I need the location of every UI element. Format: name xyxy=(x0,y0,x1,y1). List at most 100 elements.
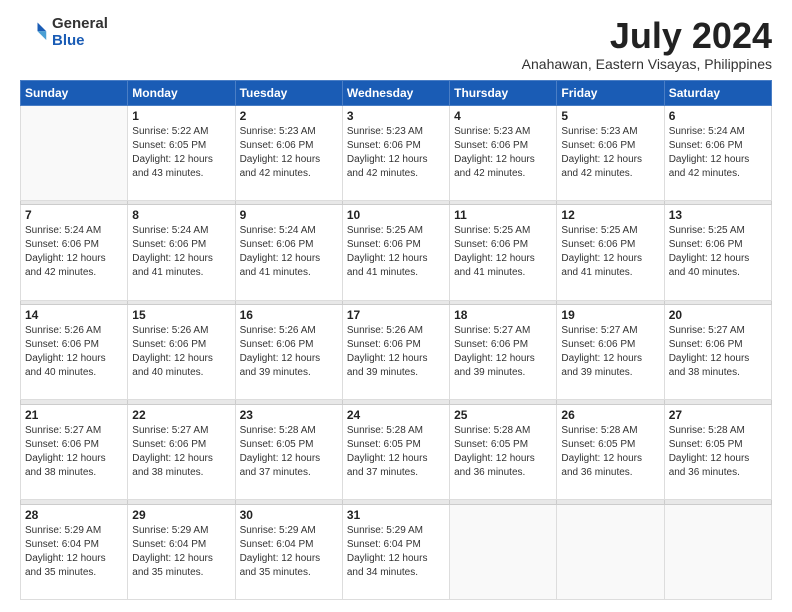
calendar-cell: 3Sunrise: 5:23 AMSunset: 6:06 PMDaylight… xyxy=(342,105,449,200)
logo-text: General Blue xyxy=(52,16,108,49)
calendar-table: Sunday Monday Tuesday Wednesday Thursday… xyxy=(20,80,772,600)
calendar-cell: 7Sunrise: 5:24 AMSunset: 6:06 PMDaylight… xyxy=(21,205,128,300)
calendar-cell: 24 Sunrise: 5:28 AMSunset: 6:05 PMDayligh… xyxy=(342,404,449,499)
day-number: 24 xyxy=(347,408,445,422)
calendar-cell: 27Sunrise: 5:28 AMSunset: 6:05 PMDayligh… xyxy=(664,404,771,499)
calendar-cell: 29Sunrise: 5:29 AMSunset: 6:04 PMDayligh… xyxy=(128,504,235,599)
day-info: Sunrise: 5:23 AMSunset: 6:06 PMDaylight:… xyxy=(561,125,659,181)
calendar-cell: 25Sunrise: 5:28 AMSunset: 6:05 PMDayligh… xyxy=(450,404,557,499)
calendar-cell: 15Sunrise: 5:26 AMSunset: 6:06 PMDayligh… xyxy=(128,305,235,400)
calendar-cell: 23 Sunrise: 5:28 AMSunset: 6:05 PMDayligh… xyxy=(235,404,342,499)
calendar-cell: 19 Sunrise: 5:27 AMSunset: 6:06 PMDayligh… xyxy=(557,305,664,400)
calendar-cell: 30Sunrise: 5:29 AMSunset: 6:04 PMDayligh… xyxy=(235,504,342,599)
day-info: Sunrise: 5:27 AMSunset: 6:06 PMDaylight:… xyxy=(25,424,123,480)
day-info: Sunrise: 5:27 AMSunset: 6:06 PMDaylight:… xyxy=(561,324,659,380)
day-info: Sunrise: 5:25 AMSunset: 6:06 PMDaylight:… xyxy=(454,224,552,280)
calendar-cell: 8 Sunrise: 5:24 AMSunset: 6:06 PMDaylight… xyxy=(128,205,235,300)
calendar-cell: 5Sunrise: 5:23 AMSunset: 6:06 PMDaylight… xyxy=(557,105,664,200)
day-info: Sunrise: 5:24 AMSunset: 6:06 PMDaylight:… xyxy=(25,224,123,280)
day-number: 28 xyxy=(25,508,123,522)
calendar-cell: 14Sunrise: 5:26 AMSunset: 6:06 PMDayligh… xyxy=(21,305,128,400)
day-number: 27 xyxy=(669,408,767,422)
day-number: 14 xyxy=(25,308,123,322)
day-info: Sunrise: 5:22 AMSunset: 6:05 PMDaylight:… xyxy=(132,125,230,181)
day-number: 1 xyxy=(132,109,230,123)
calendar-cell: 12 Sunrise: 5:25 AMSunset: 6:06 PMDayligh… xyxy=(557,205,664,300)
day-info: Sunrise: 5:27 AMSunset: 6:06 PMDaylight:… xyxy=(132,424,230,480)
day-info: Sunrise: 5:26 AMSunset: 6:06 PMDaylight:… xyxy=(347,324,445,380)
day-info: Sunrise: 5:27 AMSunset: 6:06 PMDaylight:… xyxy=(669,324,767,380)
calendar-cell: 4Sunrise: 5:23 AMSunset: 6:06 PMDaylight… xyxy=(450,105,557,200)
day-info: Sunrise: 5:25 AMSunset: 6:06 PMDaylight:… xyxy=(347,224,445,280)
subtitle: Anahawan, Eastern Visayas, Philippines xyxy=(522,56,772,72)
calendar-cell: 9 Sunrise: 5:24 AMSunset: 6:06 PMDaylight… xyxy=(235,205,342,300)
calendar-cell: 10Sunrise: 5:25 AMSunset: 6:06 PMDayligh… xyxy=(342,205,449,300)
calendar-week-1: 1 Sunrise: 5:22 AMSunset: 6:05 PMDaylight… xyxy=(21,105,772,200)
col-monday: Monday xyxy=(128,80,235,105)
day-number: 23 xyxy=(240,408,338,422)
day-info: Sunrise: 5:23 AMSunset: 6:06 PMDaylight:… xyxy=(240,125,338,181)
day-number: 2 xyxy=(240,109,338,123)
calendar-week-5: 28 Sunrise: 5:29 AMSunset: 6:04 PMDayligh… xyxy=(21,504,772,599)
logo-icon xyxy=(20,19,48,47)
day-info: Sunrise: 5:24 AMSunset: 6:06 PMDaylight:… xyxy=(132,224,230,280)
calendar-cell: 18 Sunrise: 5:27 AMSunset: 6:06 PMDayligh… xyxy=(450,305,557,400)
day-number: 9 xyxy=(240,208,338,222)
calendar-cell: 31 Sunrise: 5:29 AMSunset: 6:04 PMDayligh… xyxy=(342,504,449,599)
day-info: Sunrise: 5:23 AMSunset: 6:06 PMDaylight:… xyxy=(454,125,552,181)
day-number: 19 xyxy=(561,308,659,322)
day-number: 3 xyxy=(347,109,445,123)
day-info: Sunrise: 5:25 AMSunset: 6:06 PMDaylight:… xyxy=(561,224,659,280)
calendar-cell: 16Sunrise: 5:26 AMSunset: 6:06 PMDayligh… xyxy=(235,305,342,400)
calendar-cell: 22 Sunrise: 5:27 AMSunset: 6:06 PMDayligh… xyxy=(128,404,235,499)
calendar-header-row: Sunday Monday Tuesday Wednesday Thursday… xyxy=(21,80,772,105)
calendar-cell: 17 Sunrise: 5:26 AMSunset: 6:06 PMDayligh… xyxy=(342,305,449,400)
logo-blue-text: Blue xyxy=(52,33,108,50)
main-title: July 2024 xyxy=(522,16,772,56)
day-info: Sunrise: 5:28 AMSunset: 6:05 PMDaylight:… xyxy=(561,424,659,480)
day-info: Sunrise: 5:28 AMSunset: 6:05 PMDaylight:… xyxy=(454,424,552,480)
day-info: Sunrise: 5:24 AMSunset: 6:06 PMDaylight:… xyxy=(669,125,767,181)
day-info: Sunrise: 5:26 AMSunset: 6:06 PMDaylight:… xyxy=(240,324,338,380)
col-sunday: Sunday xyxy=(21,80,128,105)
calendar-cell: 6 Sunrise: 5:24 AMSunset: 6:06 PMDaylight… xyxy=(664,105,771,200)
day-info: Sunrise: 5:29 AMSunset: 6:04 PMDaylight:… xyxy=(132,524,230,580)
calendar-cell xyxy=(21,105,128,200)
day-number: 18 xyxy=(454,308,552,322)
day-number: 12 xyxy=(561,208,659,222)
logo: General Blue xyxy=(20,16,108,49)
calendar-cell: 2 Sunrise: 5:23 AMSunset: 6:06 PMDaylight… xyxy=(235,105,342,200)
col-saturday: Saturday xyxy=(664,80,771,105)
day-number: 15 xyxy=(132,308,230,322)
calendar-cell: 28 Sunrise: 5:29 AMSunset: 6:04 PMDayligh… xyxy=(21,504,128,599)
day-number: 20 xyxy=(669,308,767,322)
col-wednesday: Wednesday xyxy=(342,80,449,105)
day-info: Sunrise: 5:25 AMSunset: 6:06 PMDaylight:… xyxy=(669,224,767,280)
title-block: July 2024 Anahawan, Eastern Visayas, Phi… xyxy=(522,16,772,72)
day-number: 6 xyxy=(669,109,767,123)
day-number: 22 xyxy=(132,408,230,422)
calendar-cell: 11Sunrise: 5:25 AMSunset: 6:06 PMDayligh… xyxy=(450,205,557,300)
day-number: 31 xyxy=(347,508,445,522)
calendar-cell xyxy=(450,504,557,599)
calendar-cell: 26Sunrise: 5:28 AMSunset: 6:05 PMDayligh… xyxy=(557,404,664,499)
day-info: Sunrise: 5:24 AMSunset: 6:06 PMDaylight:… xyxy=(240,224,338,280)
day-info: Sunrise: 5:27 AMSunset: 6:06 PMDaylight:… xyxy=(454,324,552,380)
calendar-cell: 21 Sunrise: 5:27 AMSunset: 6:06 PMDayligh… xyxy=(21,404,128,499)
logo-general-text: General xyxy=(52,16,108,33)
day-info: Sunrise: 5:28 AMSunset: 6:05 PMDaylight:… xyxy=(240,424,338,480)
day-number: 8 xyxy=(132,208,230,222)
day-number: 17 xyxy=(347,308,445,322)
day-number: 21 xyxy=(25,408,123,422)
day-info: Sunrise: 5:29 AMSunset: 6:04 PMDaylight:… xyxy=(240,524,338,580)
col-friday: Friday xyxy=(557,80,664,105)
calendar-cell: 13Sunrise: 5:25 AMSunset: 6:06 PMDayligh… xyxy=(664,205,771,300)
day-info: Sunrise: 5:29 AMSunset: 6:04 PMDaylight:… xyxy=(347,524,445,580)
col-tuesday: Tuesday xyxy=(235,80,342,105)
calendar-cell xyxy=(557,504,664,599)
calendar-week-4: 21 Sunrise: 5:27 AMSunset: 6:06 PMDayligh… xyxy=(21,404,772,499)
calendar-cell: 20 Sunrise: 5:27 AMSunset: 6:06 PMDayligh… xyxy=(664,305,771,400)
day-info: Sunrise: 5:29 AMSunset: 6:04 PMDaylight:… xyxy=(25,524,123,580)
day-info: Sunrise: 5:28 AMSunset: 6:05 PMDaylight:… xyxy=(347,424,445,480)
col-thursday: Thursday xyxy=(450,80,557,105)
